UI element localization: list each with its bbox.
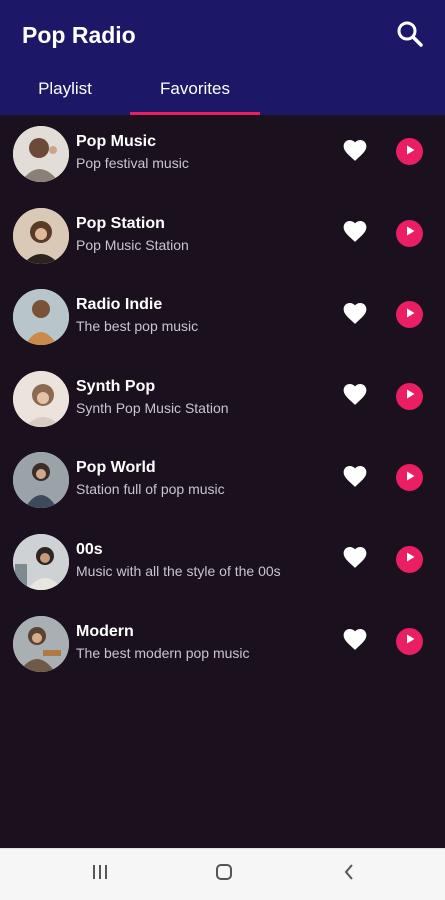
station-avatar (13, 615, 69, 672)
tab-playlist[interactable]: Playlist (0, 62, 130, 115)
heart-icon (342, 301, 368, 330)
station-row[interactable]: Radio Indie The best pop music (0, 278, 445, 360)
heart-icon (342, 382, 368, 411)
station-name: Radio Indie (76, 296, 163, 314)
station-row[interactable]: Modern The best modern pop music (0, 605, 445, 687)
heart-icon (342, 627, 368, 656)
play-button[interactable] (396, 301, 423, 329)
play-icon (404, 387, 416, 405)
station-row[interactable]: Pop World Station full of pop music (0, 441, 445, 523)
search-icon (396, 20, 424, 53)
station-description: Music with all the style of the 00s (76, 562, 281, 579)
station-row[interactable]: 00s Music with all the style of the 00s (0, 523, 445, 605)
station-avatar (13, 452, 69, 509)
favorite-button[interactable] (340, 463, 370, 493)
station-avatar (13, 533, 69, 590)
station-avatar (13, 289, 69, 346)
tab-favorites-label: Favorites (160, 78, 230, 98)
play-button[interactable] (396, 382, 423, 410)
home-button[interactable] (209, 861, 239, 887)
favorite-button[interactable] (340, 627, 370, 657)
favorite-button[interactable] (340, 382, 370, 412)
app-title: Pop Radio (22, 22, 136, 48)
play-icon (404, 469, 416, 487)
station-description: Pop Music Station (76, 236, 189, 253)
tab-bar: Playlist Favorites (0, 62, 445, 115)
play-button[interactable] (396, 219, 423, 247)
station-avatar (13, 370, 69, 427)
station-row[interactable]: Pop Music Pop festival music (0, 115, 445, 197)
tab-playlist-label: Playlist (38, 78, 92, 98)
tab-favorites[interactable]: Favorites (130, 62, 260, 115)
play-icon (404, 224, 416, 242)
heart-icon (342, 464, 368, 493)
favorite-button[interactable] (340, 137, 370, 167)
station-list: Pop Music Pop festival music Pop Station… (0, 115, 445, 686)
play-icon (404, 143, 416, 161)
play-icon (404, 550, 416, 568)
favorite-button[interactable] (340, 300, 370, 330)
station-description: The best modern pop music (76, 644, 250, 661)
play-button[interactable] (396, 464, 423, 492)
station-name: Pop Station (76, 214, 165, 232)
station-name: Pop World (76, 459, 156, 477)
home-icon (214, 862, 234, 887)
station-description: The best pop music (76, 318, 199, 335)
back-button[interactable] (334, 861, 364, 887)
favorite-button[interactable] (340, 545, 370, 575)
play-button[interactable] (396, 138, 423, 165)
play-icon (404, 306, 416, 324)
app-header: Pop Radio Playlist Favorites (0, 0, 445, 115)
recents-button[interactable] (85, 861, 115, 887)
station-description: Synth Pop Music Station (76, 399, 229, 416)
back-icon (342, 862, 356, 887)
station-name: Pop Music (76, 133, 157, 150)
favorite-button[interactable] (340, 219, 370, 249)
play-icon (404, 632, 416, 650)
station-avatar (13, 126, 69, 182)
heart-icon (342, 138, 368, 167)
station-row[interactable]: Pop Station Pop Music Station (0, 197, 445, 279)
station-description: Station full of pop music (76, 481, 225, 498)
play-button[interactable] (396, 545, 423, 573)
station-avatar (13, 207, 69, 264)
station-name: Synth Pop (76, 377, 156, 395)
play-button[interactable] (396, 627, 423, 655)
system-nav-bar (0, 848, 445, 900)
search-button[interactable] (392, 18, 428, 54)
heart-icon (342, 219, 368, 248)
recents-icon (90, 863, 110, 886)
heart-icon (342, 545, 368, 574)
station-row[interactable]: Synth Pop Synth Pop Music Station (0, 360, 445, 442)
station-description: Pop festival music (76, 155, 189, 171)
station-name: Modern (76, 622, 134, 640)
station-name: 00s (76, 540, 103, 558)
